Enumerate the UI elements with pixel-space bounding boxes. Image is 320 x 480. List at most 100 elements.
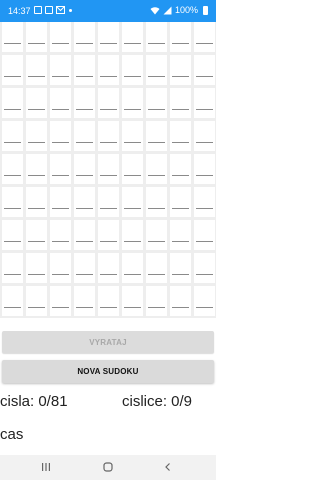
sudoku-cell[interactable] <box>2 88 23 118</box>
sudoku-cell[interactable] <box>50 253 71 283</box>
sudoku-cell[interactable] <box>170 22 191 52</box>
sudoku-cell[interactable] <box>146 220 167 250</box>
calculate-button[interactable]: VYRATAJ <box>2 331 214 353</box>
sudoku-cell[interactable] <box>2 187 23 217</box>
sudoku-cell[interactable] <box>170 220 191 250</box>
sudoku-cell[interactable] <box>50 154 71 184</box>
sudoku-cell[interactable] <box>194 88 215 118</box>
sudoku-cell[interactable] <box>74 220 95 250</box>
sudoku-cell[interactable] <box>26 220 47 250</box>
sudoku-cell[interactable] <box>98 121 119 151</box>
sudoku-cell[interactable] <box>194 22 215 52</box>
sudoku-cell[interactable] <box>170 253 191 283</box>
sudoku-cell[interactable] <box>170 187 191 217</box>
sudoku-cell[interactable] <box>26 88 47 118</box>
sudoku-cell[interactable] <box>50 286 71 316</box>
sudoku-cell[interactable] <box>122 154 143 184</box>
sudoku-cell[interactable] <box>194 220 215 250</box>
sudoku-cell[interactable] <box>98 220 119 250</box>
sudoku-cell[interactable] <box>122 121 143 151</box>
status-bar: 14:37 100% <box>0 0 216 22</box>
sudoku-cell[interactable] <box>74 88 95 118</box>
sudoku-cell[interactable] <box>194 187 215 217</box>
cell-underline <box>100 76 117 77</box>
sudoku-cell[interactable] <box>26 55 47 85</box>
sudoku-cell[interactable] <box>26 22 47 52</box>
sudoku-cell[interactable] <box>26 187 47 217</box>
sudoku-cell[interactable] <box>194 121 215 151</box>
sudoku-cell[interactable] <box>2 55 23 85</box>
sudoku-cell[interactable] <box>26 286 47 316</box>
sudoku-cell[interactable] <box>2 253 23 283</box>
sudoku-cell[interactable] <box>122 88 143 118</box>
recent-apps-icon[interactable] <box>36 459 56 475</box>
sudoku-cell[interactable] <box>74 121 95 151</box>
sudoku-cell[interactable] <box>2 286 23 316</box>
sudoku-cell[interactable] <box>98 88 119 118</box>
sudoku-cell[interactable] <box>50 121 71 151</box>
sudoku-cell[interactable] <box>26 253 47 283</box>
sudoku-cell[interactable] <box>98 286 119 316</box>
sudoku-cell[interactable] <box>146 154 167 184</box>
sudoku-cell[interactable] <box>122 55 143 85</box>
cell-underline <box>148 208 165 209</box>
sudoku-cell[interactable] <box>50 22 71 52</box>
sudoku-cell[interactable] <box>50 55 71 85</box>
sudoku-cell[interactable] <box>26 154 47 184</box>
cell-underline <box>52 208 69 209</box>
sudoku-cell[interactable] <box>98 154 119 184</box>
sudoku-cell[interactable] <box>98 187 119 217</box>
cell-underline <box>148 109 165 110</box>
sudoku-cell[interactable] <box>74 286 95 316</box>
sudoku-cell[interactable] <box>26 121 47 151</box>
sudoku-cell[interactable] <box>194 55 215 85</box>
cell-underline <box>172 109 189 110</box>
sudoku-cell[interactable] <box>170 286 191 316</box>
sudoku-cell[interactable] <box>146 253 167 283</box>
sudoku-cell[interactable] <box>194 154 215 184</box>
sudoku-cell[interactable] <box>122 286 143 316</box>
sudoku-cell[interactable] <box>122 220 143 250</box>
sudoku-cell[interactable] <box>74 253 95 283</box>
sudoku-cell[interactable] <box>122 22 143 52</box>
sudoku-cell[interactable] <box>170 154 191 184</box>
sudoku-cell[interactable] <box>50 187 71 217</box>
sudoku-cell[interactable] <box>2 220 23 250</box>
sudoku-cell[interactable] <box>74 154 95 184</box>
sudoku-cell[interactable] <box>122 187 143 217</box>
sudoku-cell[interactable] <box>98 22 119 52</box>
sudoku-cell[interactable] <box>50 220 71 250</box>
sudoku-cell[interactable] <box>146 55 167 85</box>
cell-underline <box>76 241 93 242</box>
home-icon[interactable] <box>98 459 118 475</box>
back-icon[interactable] <box>158 459 178 475</box>
sudoku-cell[interactable] <box>170 55 191 85</box>
cell-underline <box>196 76 213 77</box>
sudoku-cell[interactable] <box>146 187 167 217</box>
sudoku-cell[interactable] <box>122 253 143 283</box>
sudoku-cell[interactable] <box>194 253 215 283</box>
sudoku-cell[interactable] <box>2 22 23 52</box>
sudoku-cell[interactable] <box>50 88 71 118</box>
cell-underline <box>196 307 213 308</box>
cell-underline <box>76 175 93 176</box>
sudoku-cell[interactable] <box>146 22 167 52</box>
sudoku-cell[interactable] <box>2 121 23 151</box>
sudoku-cell[interactable] <box>170 88 191 118</box>
cell-underline <box>196 241 213 242</box>
sudoku-cell[interactable] <box>170 121 191 151</box>
sudoku-cell[interactable] <box>74 187 95 217</box>
sudoku-cell[interactable] <box>146 286 167 316</box>
new-sudoku-button[interactable]: NOVA SUDOKU <box>2 360 214 383</box>
cell-underline <box>196 274 213 275</box>
notification-icon <box>45 6 53 14</box>
sudoku-cell[interactable] <box>98 253 119 283</box>
sudoku-cell[interactable] <box>74 22 95 52</box>
sudoku-cell[interactable] <box>98 55 119 85</box>
sudoku-cell[interactable] <box>74 55 95 85</box>
sudoku-cell[interactable] <box>194 286 215 316</box>
sudoku-cell[interactable] <box>146 88 167 118</box>
cell-underline <box>196 109 213 110</box>
sudoku-cell[interactable] <box>2 154 23 184</box>
sudoku-cell[interactable] <box>146 121 167 151</box>
